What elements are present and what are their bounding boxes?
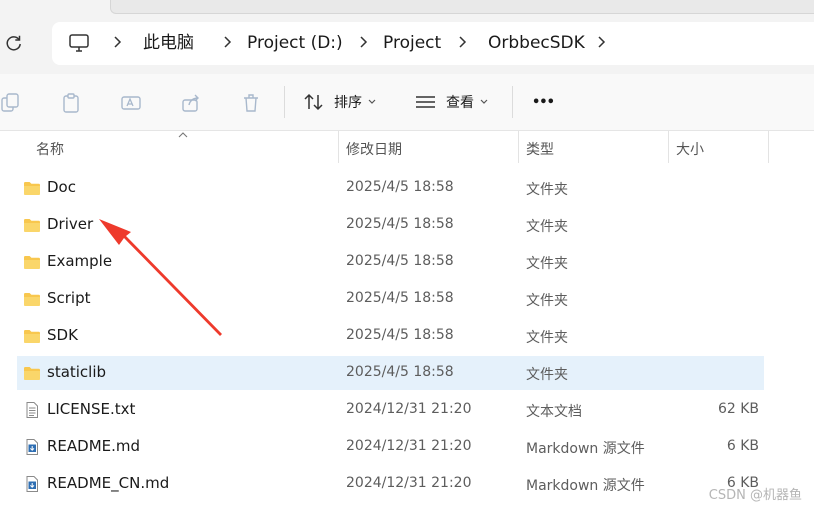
file-name: Script bbox=[47, 289, 91, 307]
share-icon[interactable] bbox=[180, 92, 202, 114]
breadcrumb-project-drive[interactable]: Project (D:) bbox=[247, 31, 343, 55]
list-view-icon bbox=[416, 96, 435, 108]
column-header-size[interactable]: 大小 bbox=[676, 139, 704, 159]
chevron-right-icon[interactable] bbox=[358, 34, 368, 50]
copy-icon[interactable] bbox=[0, 92, 22, 114]
file-modified-date: 2025/4/5 18:58 bbox=[346, 253, 454, 269]
file-name: README.md bbox=[47, 437, 141, 455]
toolbar-separator bbox=[512, 86, 513, 118]
view-label: 查看 bbox=[446, 95, 474, 111]
address-bar[interactable]: 此电脑 Project (D:) Project OrbbecSDK bbox=[52, 22, 814, 65]
rename-icon[interactable] bbox=[120, 92, 142, 114]
file-name: Doc bbox=[47, 178, 76, 196]
file-row[interactable]: Script 2025/4/5 18:58 文件夹 bbox=[17, 282, 764, 316]
breadcrumb-orbbecsdk[interactable]: OrbbecSDK bbox=[488, 31, 585, 55]
column-divider[interactable] bbox=[668, 131, 669, 163]
file-name: staticlib bbox=[47, 363, 107, 381]
file-name: Example bbox=[47, 252, 113, 270]
chevron-right-icon[interactable] bbox=[112, 34, 122, 50]
folder-icon bbox=[23, 328, 41, 344]
file-type: 文本文档 bbox=[526, 404, 582, 420]
file-type: Markdown 源文件 bbox=[526, 441, 645, 457]
sort-label: 排序 bbox=[334, 95, 362, 111]
chevron-right-icon[interactable] bbox=[457, 34, 467, 50]
column-divider[interactable] bbox=[768, 131, 769, 163]
file-modified-date: 2025/4/5 18:58 bbox=[346, 327, 454, 343]
file-name: SDK bbox=[47, 326, 78, 344]
file-row[interactable]: README.md 2024/12/31 21:20 Markdown 源文件 6 K… bbox=[17, 430, 764, 464]
file-size: 62 KB bbox=[717, 401, 759, 417]
sort-ascending-icon bbox=[178, 132, 188, 138]
column-header-type[interactable]: 类型 bbox=[526, 139, 554, 159]
file-modified-date: 2025/4/5 18:58 bbox=[346, 290, 454, 306]
tab-edge bbox=[110, 0, 814, 14]
file-name: README_CN.md bbox=[47, 474, 170, 492]
file-type: Markdown 源文件 bbox=[526, 478, 645, 494]
folder-icon bbox=[23, 217, 41, 233]
chevron-right-icon[interactable] bbox=[596, 34, 606, 50]
folder-icon bbox=[23, 365, 41, 381]
file-size: 6 KB bbox=[726, 438, 759, 454]
file-row[interactable]: LICENSE.txt 2024/12/31 21:20 文本文档 62 KB bbox=[17, 393, 764, 427]
file-modified-date: 2025/4/5 18:58 bbox=[346, 216, 454, 232]
column-header-modified[interactable]: 修改日期 bbox=[346, 139, 402, 159]
more-options-button[interactable]: ••• bbox=[532, 90, 555, 114]
file-row[interactable]: README_CN.md 2024/12/31 21:20 Markdown 源文件… bbox=[17, 467, 764, 501]
view-button[interactable]: 查看 bbox=[415, 90, 488, 114]
file-type: 文件夹 bbox=[526, 367, 568, 383]
file-modified-date: 2024/12/31 21:20 bbox=[346, 401, 472, 417]
column-divider[interactable] bbox=[518, 131, 519, 163]
file-type: 文件夹 bbox=[526, 219, 568, 235]
breadcrumb-this-pc[interactable]: 此电脑 bbox=[143, 31, 194, 55]
file-type: 文件夹 bbox=[526, 330, 568, 346]
file-name: LICENSE.txt bbox=[47, 400, 136, 418]
folder-icon bbox=[23, 180, 41, 196]
file-row[interactable]: Doc 2025/4/5 18:58 文件夹 bbox=[17, 171, 764, 205]
file-modified-date: 2025/4/5 18:58 bbox=[346, 179, 454, 195]
file-type: 文件夹 bbox=[526, 256, 568, 272]
computer-icon[interactable] bbox=[68, 33, 90, 53]
file-row[interactable]: SDK 2025/4/5 18:58 文件夹 bbox=[17, 319, 764, 353]
file-type: 文件夹 bbox=[526, 182, 568, 198]
title-strip bbox=[0, 0, 814, 22]
refresh-icon[interactable] bbox=[4, 33, 24, 53]
column-divider[interactable] bbox=[338, 131, 339, 163]
toolbar-separator bbox=[284, 86, 285, 118]
file-modified-date: 2024/12/31 21:20 bbox=[346, 475, 472, 491]
delete-icon[interactable] bbox=[240, 92, 262, 114]
column-header-name[interactable]: 名称 bbox=[36, 139, 64, 159]
column-header-row: 名称 修改日期 类型 大小 bbox=[0, 131, 814, 165]
watermark: CSDN @机器鱼 bbox=[708, 488, 802, 503]
markdown-file-icon bbox=[23, 476, 41, 492]
command-bar: 排序 查看 ••• bbox=[0, 74, 814, 131]
file-type: 文件夹 bbox=[526, 293, 568, 309]
breadcrumb-project[interactable]: Project bbox=[383, 31, 441, 55]
file-row[interactable]: staticlib 2025/4/5 18:58 文件夹 bbox=[17, 356, 764, 390]
chevron-right-icon[interactable] bbox=[222, 34, 232, 50]
file-row[interactable]: Example 2025/4/5 18:58 文件夹 bbox=[17, 245, 764, 279]
sort-icon bbox=[304, 93, 323, 111]
folder-icon bbox=[23, 291, 41, 307]
sort-button[interactable]: 排序 bbox=[303, 90, 376, 114]
chevron-down-icon bbox=[368, 99, 376, 104]
chevron-down-icon bbox=[480, 99, 488, 104]
file-modified-date: 2025/4/5 18:58 bbox=[346, 364, 454, 380]
text-file-icon bbox=[23, 402, 41, 418]
file-modified-date: 2024/12/31 21:20 bbox=[346, 438, 472, 454]
folder-icon bbox=[23, 254, 41, 270]
file-name: Driver bbox=[47, 215, 94, 233]
markdown-file-icon bbox=[23, 439, 41, 455]
paste-icon[interactable] bbox=[60, 92, 82, 114]
file-row[interactable]: Driver 2025/4/5 18:58 文件夹 bbox=[17, 208, 764, 242]
